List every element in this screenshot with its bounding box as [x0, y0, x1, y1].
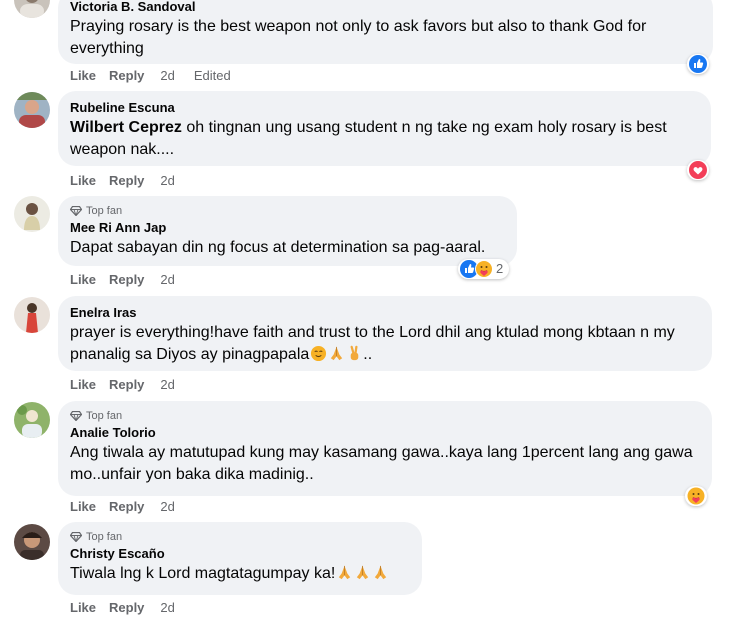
comment-bubble: Top fan Mee Ri Ann Jap Dapat sabayan din…: [58, 196, 517, 266]
comment-timestamp[interactable]: 2d: [160, 68, 174, 84]
comment-text: prayer is everything!have faith and trus…: [70, 322, 700, 369]
reaction-summary[interactable]: [685, 486, 707, 506]
like-button[interactable]: Like: [70, 68, 96, 84]
diamond-icon: [70, 532, 82, 542]
comment-text: Tiwala lng k Lord magtatagumpay ka!: [70, 563, 410, 588]
comment-text: Ang tiwala ay matutupad kung may kasaman…: [70, 444, 693, 483]
comment-timestamp[interactable]: 2d: [160, 173, 174, 189]
reaction-summary[interactable]: [687, 54, 709, 74]
praying-hands-icon: [354, 564, 371, 588]
top-fan-badge: Top fan: [70, 530, 410, 544]
comment-author[interactable]: Christy Escaño: [70, 545, 410, 562]
top-fan-badge: Top fan: [70, 204, 505, 218]
comment-text: Praying rosary is the best weapon not on…: [70, 18, 647, 57]
care-reaction-icon: [475, 260, 493, 278]
relieved-face-icon: [310, 345, 327, 369]
care-reaction-icon: [687, 487, 705, 505]
comment-author[interactable]: Rubeline Escuna: [70, 99, 699, 116]
comment-actions: Like Reply 2d: [70, 600, 175, 616]
praying-hands-icon: [372, 564, 389, 588]
comment-author[interactable]: Mee Ri Ann Jap: [70, 219, 505, 236]
comment-timestamp[interactable]: 2d: [160, 600, 174, 616]
reply-button[interactable]: Reply: [109, 68, 144, 84]
avatar[interactable]: [14, 402, 50, 438]
reaction-count: 2: [496, 261, 504, 276]
comment-body-suffix: ..: [363, 346, 373, 363]
praying-hands-icon: [328, 345, 345, 369]
badge-label: Top fan: [86, 205, 123, 217]
like-button[interactable]: Like: [70, 173, 96, 189]
love-reaction-icon: [689, 161, 707, 179]
diamond-icon: [70, 411, 82, 421]
reply-button[interactable]: Reply: [109, 173, 144, 189]
reply-button[interactable]: Reply: [109, 499, 144, 515]
like-reaction-icon: [689, 55, 707, 73]
avatar[interactable]: [14, 92, 50, 128]
like-button[interactable]: Like: [70, 600, 96, 616]
comment-actions: Like Reply 2d: [70, 499, 175, 515]
comment-actions: Like Reply 2d Edited: [70, 68, 231, 84]
comment-text: Dapat sabayan din ng focus at determinat…: [70, 239, 486, 256]
diamond-icon: [70, 206, 82, 216]
top-fan-badge: Top fan: [70, 409, 700, 423]
reply-button[interactable]: Reply: [109, 377, 144, 393]
praying-hands-icon: [336, 564, 353, 588]
avatar[interactable]: [14, 0, 50, 18]
comment-author[interactable]: Victoria B. Sandoval: [70, 0, 701, 15]
avatar[interactable]: [14, 524, 50, 560]
comment-actions: Like Reply 2d: [70, 377, 175, 393]
reaction-summary[interactable]: 2: [458, 259, 510, 279]
badge-label: Top fan: [86, 531, 123, 543]
comment-actions: Like Reply 2d: [70, 173, 175, 189]
comment-bubble: Enelra Iras prayer is everything!have fa…: [58, 296, 712, 371]
like-button[interactable]: Like: [70, 499, 96, 515]
avatar[interactable]: [14, 196, 50, 232]
comment-author[interactable]: Enelra Iras: [70, 304, 700, 321]
comment-author[interactable]: Analie Tolorio: [70, 424, 700, 441]
comment-bubble: Rubeline Escuna Wilbert Ceprez oh tingna…: [58, 91, 711, 166]
reply-button[interactable]: Reply: [109, 600, 144, 616]
comment-timestamp[interactable]: 2d: [160, 272, 174, 288]
avatar[interactable]: [14, 297, 50, 333]
comment-body: Tiwala lng k Lord magtatagumpay ka!: [70, 565, 336, 582]
reply-button[interactable]: Reply: [109, 272, 144, 288]
badge-label: Top fan: [86, 410, 123, 422]
comment-body: prayer is everything!have faith and trus…: [70, 324, 675, 363]
comment-text: Wilbert Ceprez oh tingnan ung usang stud…: [70, 117, 699, 161]
like-button[interactable]: Like: [70, 272, 96, 288]
comment-bubble: Victoria B. Sandoval Praying rosary is t…: [58, 0, 713, 64]
comment-actions: Like Reply 2d: [70, 272, 175, 288]
comment-timestamp[interactable]: 2d: [160, 499, 174, 515]
comment-bubble: Top fan Christy Escaño Tiwala lng k Lord…: [58, 522, 422, 595]
comment-timestamp[interactable]: 2d: [160, 377, 174, 393]
reaction-summary[interactable]: [687, 160, 709, 180]
victory-hand-icon: [346, 345, 363, 369]
like-button[interactable]: Like: [70, 377, 96, 393]
edited-label: Edited: [193, 68, 231, 83]
mention-link[interactable]: Wilbert Ceprez: [70, 119, 182, 136]
comment-bubble: Top fan Analie Tolorio Ang tiwala ay mat…: [58, 401, 712, 496]
